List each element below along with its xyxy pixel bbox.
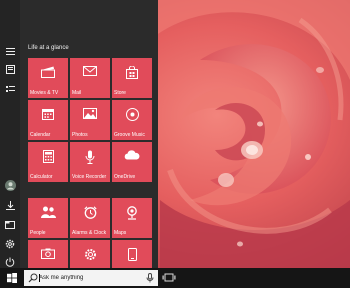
tile-mail[interactable]: Mail [70, 58, 110, 98]
tile-calendar[interactable]: Calendar [28, 100, 68, 140]
hamburger-icon[interactable] [3, 44, 17, 58]
map-icon [127, 206, 137, 220]
tile-label: Groove Music [114, 132, 145, 138]
settings-icon[interactable] [3, 237, 17, 251]
tile-camera[interactable] [28, 240, 68, 268]
tile-alarms-clock[interactable]: Alarms & Clock [70, 198, 110, 238]
cortana-search-box[interactable] [24, 270, 158, 286]
tile-label: OneDrive [114, 174, 136, 180]
tile-people[interactable]: People [28, 198, 68, 238]
microphone-icon [85, 150, 95, 164]
tile-label: Photos [72, 132, 88, 138]
phone-icon [127, 248, 137, 261]
tile-settings[interactable] [70, 240, 110, 268]
tile-label: Maps [114, 230, 127, 236]
tile-group-title: Life at a glance [28, 45, 69, 51]
tile-maps[interactable]: Maps [112, 198, 152, 238]
tile-store[interactable]: Store [112, 58, 152, 98]
search-input[interactable] [39, 270, 139, 286]
calculator-icon [42, 150, 54, 163]
user-avatar-icon[interactable] [3, 178, 17, 192]
all-apps-icon[interactable] [3, 62, 17, 76]
cloud-icon [124, 150, 140, 160]
image-icon [83, 108, 97, 119]
tile-label: People [30, 230, 46, 236]
envelope-icon [83, 66, 97, 76]
tile-photos[interactable]: Photos [70, 100, 110, 140]
start-button[interactable] [0, 268, 24, 288]
tile-label: Voice Recorder [72, 174, 107, 180]
microphone-icon[interactable] [146, 273, 154, 283]
calendar-icon [42, 109, 54, 120]
downloads-icon[interactable] [3, 198, 17, 212]
tile-phone[interactable] [112, 240, 152, 268]
tile-calculator[interactable]: Calculator [28, 142, 68, 182]
tiles-area: Life at a glance Movies & TV Mail Store … [20, 0, 158, 268]
alarm-clock-icon [83, 206, 97, 219]
taskbar [0, 268, 350, 288]
people-icon [40, 206, 56, 218]
tile-label: Alarms & Clock [72, 230, 107, 236]
start-menu: Life at a glance Movies & TV Mail Store … [0, 0, 158, 268]
file-explorer-icon[interactable] [3, 218, 17, 232]
windows-logo-icon [7, 273, 17, 283]
tile-label: Calculator [30, 174, 53, 180]
camera-icon [41, 248, 55, 259]
tile-onedrive[interactable]: OneDrive [112, 142, 152, 182]
clapperboard-icon [41, 66, 55, 78]
tile-label: Store [114, 90, 126, 96]
gear-icon [84, 249, 96, 260]
power-icon[interactable] [3, 255, 17, 269]
tile-label: Mail [72, 90, 82, 96]
search-icon [28, 273, 38, 283]
list-icon[interactable] [3, 82, 17, 96]
tile-label: Calendar [30, 132, 51, 138]
tile-label: Movies & TV [30, 90, 59, 96]
start-menu-rail [0, 0, 20, 268]
disc-icon [125, 108, 139, 121]
task-view-icon[interactable] [162, 272, 176, 284]
tile-movies-tv[interactable]: Movies & TV [28, 58, 68, 98]
shopping-bag-icon [126, 66, 138, 79]
tile-groove-music[interactable]: Groove Music [112, 100, 152, 140]
tile-voice-recorder[interactable]: Voice Recorder [70, 142, 110, 182]
